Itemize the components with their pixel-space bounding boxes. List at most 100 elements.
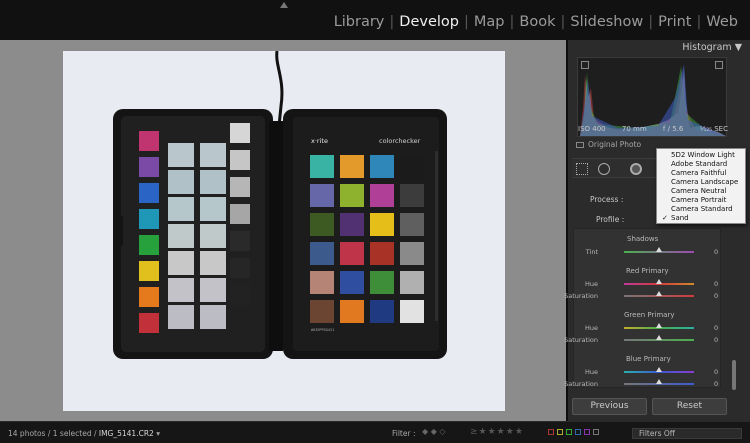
blue-hue-slider[interactable]: Hue 0: [574, 367, 724, 377]
module-web[interactable]: Web: [702, 14, 742, 30]
profile-option-selected[interactable]: ✓ Sand: [657, 214, 745, 223]
crop-overlay-tool-icon[interactable]: [576, 163, 588, 175]
gray-patch: [200, 224, 226, 248]
strip-color-patch: [139, 235, 159, 255]
gray-ramp-patch: [230, 204, 250, 224]
reset-button[interactable]: Reset: [652, 398, 727, 415]
flag-filter-icons[interactable]: ◆ ◆ ◇: [422, 427, 446, 436]
colorchecker-brand-label: colorchecker: [379, 137, 421, 145]
profile-option[interactable]: Camera Neutral: [657, 187, 745, 196]
profile-option[interactable]: 5D2 Window Light: [657, 151, 745, 160]
photo-preview[interactable]: x·rite colorchecker #0IEPPGG4I1: [63, 51, 505, 411]
red-eye-tool-icon[interactable]: [630, 163, 642, 175]
panel-scrollbar[interactable]: [732, 360, 736, 390]
strip-color-patch: [139, 157, 159, 177]
highlight-clipping-toggle[interactable]: [715, 61, 723, 69]
module-print[interactable]: Print: [654, 14, 695, 30]
slider-value[interactable]: 0: [714, 248, 718, 256]
gray-patch: [168, 251, 194, 275]
slider-value[interactable]: 0: [714, 324, 718, 332]
slider-value[interactable]: 0: [714, 368, 718, 376]
profile-option-label: Sand: [671, 214, 689, 222]
lightroom-window: Library | Develop | Map | Book | Slideshow | …: [0, 0, 750, 443]
original-photo-label: Original Photo: [588, 140, 642, 149]
slider-thumb[interactable]: [656, 335, 662, 340]
profile-option-label: 5D2 Window Light: [671, 151, 735, 159]
filmstrip-status-bar: 14 photos / 1 selected / IMG_5141.CR2 ▾ …: [0, 421, 750, 443]
slider-thumb[interactable]: [656, 367, 662, 372]
color-label-filter[interactable]: [548, 429, 599, 435]
green-label-filter-icon[interactable]: [566, 429, 572, 435]
gray-ramp-patch: [230, 231, 250, 251]
no-label-filter-icon[interactable]: [593, 429, 599, 435]
red-hue-slider[interactable]: Hue 0: [574, 279, 724, 289]
slider-value[interactable]: 0: [714, 280, 718, 288]
green-saturation-slider[interactable]: Saturation 0: [564, 335, 724, 345]
module-develop[interactable]: Develop: [395, 14, 463, 30]
color-patch: [340, 300, 364, 323]
blue-saturation-slider[interactable]: Saturation 0: [564, 379, 724, 389]
module-slideshow[interactable]: Slideshow: [566, 14, 647, 30]
exif-shutter: ¹⁄₁₂₅ SEC: [699, 125, 728, 133]
red-saturation-slider[interactable]: Saturation 0: [564, 291, 724, 301]
current-filename[interactable]: IMG_5141.CR2: [99, 429, 154, 438]
shadow-clipping-toggle[interactable]: [581, 61, 589, 69]
module-separator: |: [509, 14, 515, 30]
gray-patch: [168, 197, 194, 221]
red-label-filter-icon[interactable]: [548, 429, 554, 435]
strip-color-patch: [139, 261, 159, 281]
slider-thumb[interactable]: [656, 379, 662, 384]
filter-preset-select[interactable]: Filters Off: [632, 428, 742, 439]
profile-option-label: Adobe Standard: [671, 160, 728, 168]
color-patch: [400, 184, 424, 207]
blue-label-filter-icon[interactable]: [575, 429, 581, 435]
gray-patch: [200, 278, 226, 302]
green-hue-slider[interactable]: Hue 0: [574, 323, 724, 333]
histogram-header[interactable]: Histogram ▼: [574, 42, 744, 56]
slider-value[interactable]: 0: [714, 336, 718, 344]
collapse-triangle-icon[interactable]: ▼: [735, 42, 742, 53]
camera-calibration-sliders: Shadows Tint 0 Red Primary Hue 0 Saturat…: [564, 228, 724, 389]
slider-thumb[interactable]: [656, 291, 662, 296]
color-patch: [340, 184, 364, 207]
exif-focal: 70 mm: [621, 125, 647, 133]
profile-option[interactable]: Camera Faithful: [657, 169, 745, 178]
panel-collapse-arrow-icon[interactable]: [279, 1, 289, 9]
color-patch: [400, 213, 424, 236]
slider-thumb[interactable]: [656, 247, 662, 252]
profile-option[interactable]: Camera Standard: [657, 205, 745, 214]
module-library[interactable]: Library: [330, 14, 389, 30]
profile-option[interactable]: Adobe Standard: [657, 160, 745, 169]
purple-label-filter-icon[interactable]: [584, 429, 590, 435]
gray-patch: [200, 170, 226, 194]
shadows-tint-slider[interactable]: Tint 0: [574, 247, 724, 257]
filename-dropdown-icon[interactable]: ▾: [154, 429, 160, 438]
color-patch: [310, 300, 334, 323]
slider-value[interactable]: 0: [714, 292, 718, 300]
gray-patch: [168, 170, 194, 194]
slider-thumb[interactable]: [656, 323, 662, 328]
color-patch: [370, 300, 394, 323]
color-patch: [310, 155, 334, 178]
profile-option[interactable]: Camera Portrait: [657, 196, 745, 205]
yellow-label-filter-icon[interactable]: [557, 429, 563, 435]
photo-count: 14 photos / 1 selected /: [8, 429, 99, 438]
spot-removal-tool-icon[interactable]: [598, 163, 610, 175]
slider-label: Hue: [584, 368, 598, 376]
profile-option[interactable]: Camera Landscape: [657, 178, 745, 187]
gray-patch: [168, 305, 194, 329]
slider-value[interactable]: 0: [714, 380, 718, 388]
color-patch: [400, 155, 424, 178]
color-patch: [310, 213, 334, 236]
develop-buttons: Previous Reset: [572, 398, 732, 416]
module-map[interactable]: Map: [470, 14, 509, 30]
color-patch: [340, 155, 364, 178]
module-book[interactable]: Book: [515, 14, 559, 30]
previous-button[interactable]: Previous: [572, 398, 647, 415]
slider-thumb[interactable]: [656, 279, 662, 284]
gray-patch: [168, 143, 194, 167]
star-rating-filter-icons[interactable]: ≥★★★★★: [470, 427, 524, 437]
histogram-title: Histogram: [682, 42, 732, 53]
profile-label: Profile :: [596, 215, 625, 224]
module-separator: |: [560, 14, 566, 30]
